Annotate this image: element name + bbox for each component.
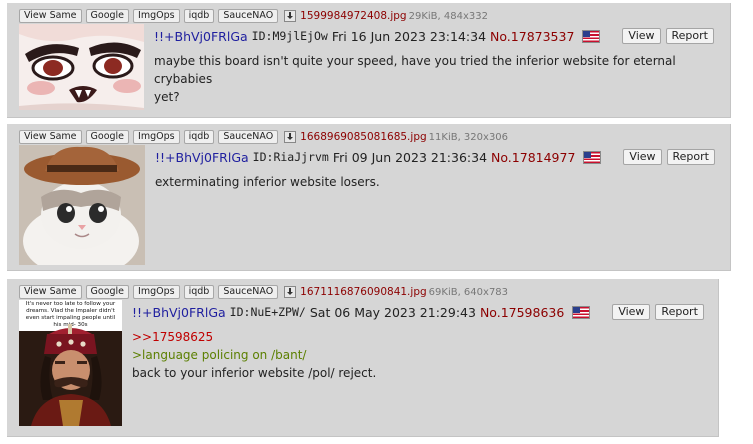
- view-button[interactable]: View: [623, 149, 662, 165]
- post-text-line: maybe this board isn't quite your speed,…: [154, 54, 676, 86]
- file-name-link[interactable]: 1668969085081685.jpg: [300, 131, 426, 143]
- post-text-line: back to your inferior website /pol/ reje…: [132, 366, 377, 380]
- view-button[interactable]: View: [612, 304, 651, 320]
- view-same-button[interactable]: View Same: [19, 130, 82, 144]
- post-date: Fri 09 Jun 2023 21:36:34: [332, 149, 488, 165]
- report-button[interactable]: Report: [655, 304, 704, 320]
- post-body: exterminating inferior website losers.: [155, 173, 380, 191]
- file-meta: 69KiB, 640x783: [428, 286, 509, 298]
- post-thumbnail[interactable]: [19, 145, 145, 265]
- post-date: Fri 16 Jun 2023 23:14:34: [331, 28, 487, 44]
- file-info-bar: View Same Google ImgOps iqdb SauceNAO 16…: [19, 285, 508, 299]
- tripcode: !!+BhVj0FRlGa: [132, 304, 226, 320]
- file-info-bar: View Same Google ImgOps iqdb SauceNAO 16…: [19, 130, 508, 144]
- anime-face-image: [19, 24, 144, 110]
- google-button[interactable]: Google: [85, 285, 130, 299]
- greentext-line: >language policing on /bant/: [132, 348, 307, 362]
- post-text-line: yet?: [154, 90, 180, 104]
- view-same-button[interactable]: View Same: [19, 9, 82, 23]
- cat-with-hat-image: [19, 145, 145, 265]
- file-name-link[interactable]: 1599984972408.jpg: [300, 10, 406, 22]
- google-button[interactable]: Google: [85, 9, 130, 23]
- download-icon[interactable]: [284, 131, 297, 143]
- google-button[interactable]: Google: [85, 130, 130, 144]
- saucenao-button[interactable]: SauceNAO: [218, 9, 279, 23]
- poster-id[interactable]: ID:NuE+ZPW/: [230, 305, 306, 319]
- post-text-line: exterminating inferior website losers.: [155, 175, 380, 189]
- poster-id[interactable]: ID:M9jlEjOw: [252, 29, 328, 43]
- download-icon[interactable]: [284, 286, 297, 298]
- view-same-button[interactable]: View Same: [19, 285, 82, 299]
- saucenao-button[interactable]: SauceNAO: [218, 130, 279, 144]
- imgops-button[interactable]: ImgOps: [133, 285, 180, 299]
- saucenao-button[interactable]: SauceNAO: [218, 285, 279, 299]
- tripcode: !!+BhVj0FRlGa: [155, 149, 249, 165]
- file-name-link[interactable]: 1671116876090841.jpg: [300, 286, 426, 298]
- post: View Same Google ImgOps iqdb SauceNAO 15…: [7, 3, 731, 118]
- quote-link[interactable]: >>17598625: [132, 328, 376, 346]
- post-date: Sat 06 May 2023 21:29:43: [309, 304, 476, 320]
- iqdb-button[interactable]: iqdb: [183, 285, 215, 299]
- tripcode: !!+BhVj0FRlGa: [154, 28, 248, 44]
- report-button[interactable]: Report: [666, 149, 715, 165]
- imgops-button[interactable]: ImgOps: [133, 130, 180, 144]
- post-number-link[interactable]: No.17814977: [491, 150, 575, 165]
- post-number-link[interactable]: No.17873537: [490, 29, 574, 44]
- vlad-portrait-image: [19, 324, 122, 426]
- post: View Same Google ImgOps iqdb SauceNAO 16…: [7, 279, 719, 437]
- post-header: !!+BhVj0FRlGa ID:RiaJjrvm Fri 09 Jun 202…: [155, 149, 715, 165]
- iqdb-button[interactable]: iqdb: [183, 9, 215, 23]
- us-flag-icon: [583, 150, 602, 164]
- post-body: maybe this board isn't quite your speed,…: [154, 52, 730, 106]
- post-thumbnail[interactable]: It's never too late to follow your dream…: [19, 300, 122, 426]
- iqdb-button[interactable]: iqdb: [183, 130, 215, 144]
- us-flag-icon: [582, 29, 601, 43]
- report-button[interactable]: Report: [665, 28, 714, 44]
- imgops-button[interactable]: ImgOps: [133, 9, 180, 23]
- post-body: >>17598625 >language policing on /bant/ …: [132, 328, 376, 382]
- post-thumbnail[interactable]: [19, 24, 144, 110]
- post: View Same Google ImgOps iqdb SauceNAO 16…: [7, 124, 731, 271]
- download-icon[interactable]: [284, 10, 297, 22]
- file-info-bar: View Same Google ImgOps iqdb SauceNAO 15…: [19, 9, 488, 23]
- poster-id[interactable]: ID:RiaJjrvm: [253, 150, 329, 164]
- view-button[interactable]: View: [622, 28, 661, 44]
- post-number-link[interactable]: No.17598636: [480, 305, 564, 320]
- file-meta: 11KiB, 320x306: [428, 131, 509, 143]
- file-meta: 29KiB, 484x332: [408, 10, 488, 22]
- post-header: !!+BhVj0FRlGa ID:M9jlEjOw Fri 16 Jun 202…: [154, 28, 714, 44]
- post-header: !!+BhVj0FRlGa ID:NuE+ZPW/ Sat 06 May 202…: [132, 304, 704, 320]
- us-flag-icon: [572, 305, 591, 319]
